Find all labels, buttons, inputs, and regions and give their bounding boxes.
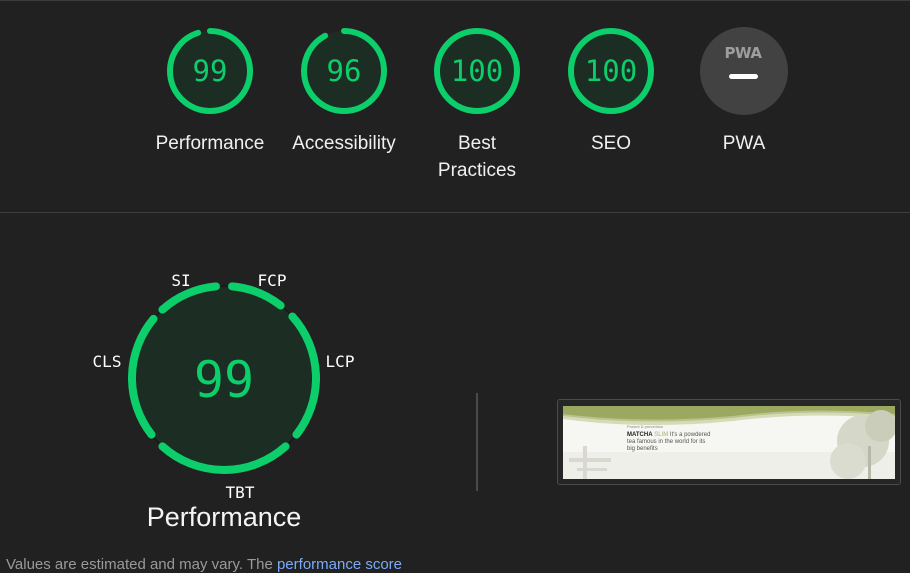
final-screenshot: Protect & prevention MATCHA SLIM It's a … bbox=[563, 406, 895, 479]
gauge-performance-ring: 99 bbox=[167, 28, 253, 114]
pwa-badge-text: PWA bbox=[725, 44, 763, 62]
gauge-best-practices-ring: 100 bbox=[434, 28, 520, 114]
screenshot-text: MATCHA SLIM It's a powdered tea famous i… bbox=[627, 432, 727, 453]
gauge-accessibility-ring: 96 bbox=[301, 28, 387, 114]
screenshot-small-line: Protect & prevention bbox=[627, 424, 664, 429]
performance-metrics-gauge: 99 SI FCP LCP TBT CLS bbox=[84, 266, 364, 506]
screenshot-line2: tea famous in the world for its bbox=[627, 439, 706, 445]
metric-label-lcp[interactable]: LCP bbox=[326, 352, 355, 371]
performance-score-link[interactable]: performance score bbox=[277, 556, 402, 573]
gauge-pwa-label: PWA bbox=[722, 133, 766, 154]
vertical-divider bbox=[476, 393, 478, 491]
gauge-accessibility-score: 96 bbox=[327, 54, 362, 88]
gauge-accessibility[interactable]: 96 Accessibility bbox=[284, 26, 404, 157]
metric-label-fcp[interactable]: FCP bbox=[258, 271, 287, 290]
gauge-performance-score: 99 bbox=[193, 54, 228, 88]
screenshot-line3: big benefits bbox=[627, 446, 658, 452]
footer-text: Values are estimated and may vary. The bbox=[6, 556, 277, 573]
gauge-seo-ring: 100 bbox=[568, 28, 654, 114]
gauge-performance[interactable]: 99 Performance bbox=[150, 26, 270, 157]
screenshot-brand-accent: SLIM bbox=[654, 432, 669, 438]
screenshot-line1: It's a powdered bbox=[668, 432, 711, 438]
performance-title: Performance bbox=[146, 502, 302, 532]
metric-label-si[interactable]: SI bbox=[171, 271, 190, 290]
performance-big-score: 99 bbox=[194, 351, 254, 409]
gauge-seo-score: 100 bbox=[585, 54, 637, 88]
section-divider bbox=[0, 212, 910, 213]
gauge-performance-label: Performance bbox=[155, 133, 265, 154]
top-rule bbox=[0, 0, 910, 1]
footer-note: Values are estimated and may vary. The p… bbox=[6, 556, 402, 573]
metric-label-tbt[interactable]: TBT bbox=[226, 483, 255, 502]
gauge-best-practices[interactable]: 100 Best Practices bbox=[417, 26, 537, 184]
gauge-seo-label: SEO bbox=[590, 133, 632, 154]
performance-metrics-ring: 99 SI FCP LCP TBT CLS bbox=[93, 271, 355, 502]
metric-label-cls[interactable]: CLS bbox=[93, 352, 122, 371]
screenshot-background bbox=[563, 406, 895, 479]
pwa-dash-icon bbox=[729, 74, 758, 79]
gauge-seo[interactable]: 100 SEO bbox=[551, 26, 671, 157]
gauge-pwa[interactable]: PWA PWA bbox=[684, 26, 804, 157]
category-gauges: 99 Performance 96 Accessibility 100 Best… bbox=[0, 26, 910, 206]
screenshot-brand: MATCHA bbox=[627, 432, 653, 438]
final-screenshot-frame[interactable]: Protect & prevention MATCHA SLIM It's a … bbox=[557, 399, 901, 485]
gauge-accessibility-label: Accessibility bbox=[292, 133, 396, 154]
pwa-icon: PWA bbox=[700, 27, 788, 115]
gauge-best-practices-label: Best Practices bbox=[437, 133, 517, 181]
gauge-best-practices-score: 100 bbox=[451, 54, 503, 88]
